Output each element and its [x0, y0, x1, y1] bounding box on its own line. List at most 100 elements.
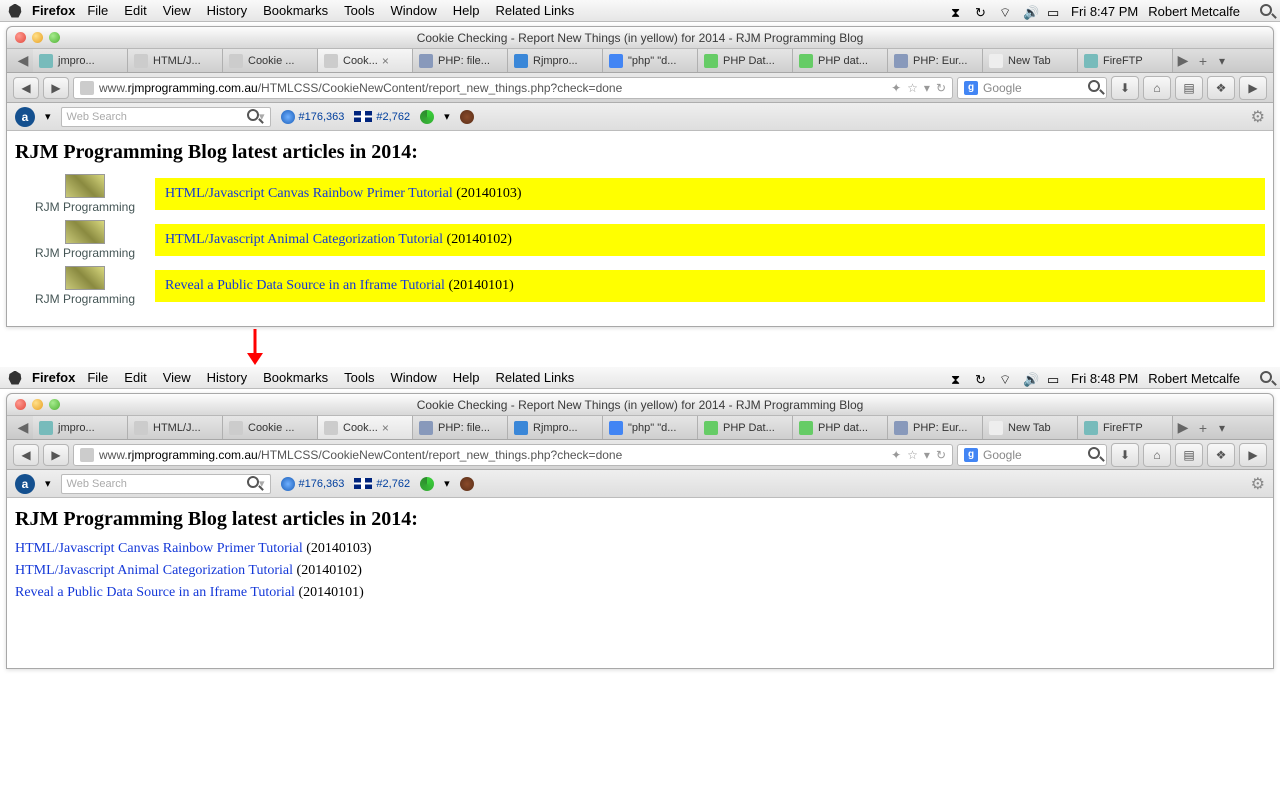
article-link[interactable]: Reveal a Public Data Source in an Iframe…: [165, 278, 445, 293]
tab-item[interactable]: Cookie ...: [223, 416, 318, 439]
alexa-dropdown-icon[interactable]: ▾: [45, 110, 51, 123]
alexa-dropdown-icon[interactable]: ▾: [45, 477, 51, 490]
volume-icon[interactable]: 🔊: [1023, 5, 1037, 17]
dropdown-icon[interactable]: ▾: [924, 81, 930, 95]
tab-item[interactable]: PHP dat...: [793, 49, 888, 72]
addon-button[interactable]: ❖: [1207, 76, 1235, 100]
dropdown-icon[interactable]: ▾: [924, 448, 930, 462]
logo-cell[interactable]: RJM Programming: [15, 174, 155, 214]
article-link[interactable]: HTML/Javascript Canvas Rainbow Primer Tu…: [165, 186, 453, 201]
tab-item[interactable]: PHP: file...: [413, 416, 508, 439]
tab-item[interactable]: PHP: Eur...: [888, 49, 983, 72]
fireftp-button[interactable]: ▶: [1239, 76, 1267, 100]
link-dropdown-icon[interactable]: ▾: [444, 110, 450, 123]
menu-related-links[interactable]: Related Links: [496, 3, 575, 18]
tab-list-dropdown[interactable]: ▾: [1213, 49, 1231, 72]
apple-icon[interactable]: [8, 4, 22, 18]
tab-scroll-left[interactable]: ◀: [13, 49, 33, 72]
menu-bookmarks[interactable]: Bookmarks: [263, 370, 328, 385]
menu-bookmarks[interactable]: Bookmarks: [263, 3, 328, 18]
gear-icon[interactable]: ⚙: [1251, 474, 1265, 494]
home-button[interactable]: ⌂: [1143, 443, 1171, 467]
tab-item[interactable]: PHP: file...: [413, 49, 508, 72]
menu-window[interactable]: Window: [391, 3, 437, 18]
forward-button[interactable]: ▶: [43, 77, 69, 99]
global-rank[interactable]: #176,363: [281, 477, 345, 491]
menu-file[interactable]: File: [87, 3, 108, 18]
tab-list-dropdown[interactable]: ▾: [1213, 416, 1231, 439]
menu-help[interactable]: Help: [453, 3, 480, 18]
article-link[interactable]: Reveal a Public Data Source in an Iframe…: [15, 585, 295, 600]
back-button[interactable]: ◀: [13, 444, 39, 466]
tab-item[interactable]: HTML/J...: [128, 416, 223, 439]
tab-item[interactable]: HTML/J...: [128, 49, 223, 72]
wayback-icon[interactable]: [460, 477, 474, 491]
sync-icon[interactable]: ↻: [975, 5, 989, 17]
menu-file[interactable]: File: [87, 370, 108, 385]
site-identity-icon[interactable]: [80, 81, 94, 95]
tab-item[interactable]: jmpro...: [33, 416, 128, 439]
bookmarks-menu-button[interactable]: ▤: [1175, 76, 1203, 100]
tab-item-active[interactable]: Cook...×: [318, 416, 413, 439]
tab-scroll-right[interactable]: ▶: [1173, 416, 1193, 439]
menu-edit[interactable]: Edit: [124, 3, 146, 18]
tab-item[interactable]: "php" "d...: [603, 416, 698, 439]
wifi-icon[interactable]: ⌔: [999, 5, 1013, 17]
search-icon[interactable]: [247, 476, 259, 491]
feed-icon[interactable]: ✦: [891, 81, 901, 95]
menu-tools[interactable]: Tools: [344, 3, 374, 18]
back-button[interactable]: ◀: [13, 77, 39, 99]
menu-help[interactable]: Help: [453, 370, 480, 385]
alexa-search-input[interactable]: Web Search ▾: [61, 107, 271, 127]
tab-item[interactable]: PHP dat...: [793, 416, 888, 439]
apple-icon[interactable]: [8, 371, 22, 385]
gear-icon[interactable]: ⚙: [1251, 107, 1265, 127]
tab-scroll-left[interactable]: ◀: [13, 416, 33, 439]
app-name[interactable]: Firefox: [32, 3, 75, 18]
tab-item[interactable]: FireFTP: [1078, 49, 1173, 72]
user-name[interactable]: Robert Metcalfe: [1148, 4, 1240, 19]
close-tab-icon[interactable]: ×: [382, 54, 389, 68]
tab-item[interactable]: PHP Dat...: [698, 49, 793, 72]
search-icon[interactable]: [247, 109, 259, 124]
home-button[interactable]: ⌂: [1143, 76, 1171, 100]
volume-icon[interactable]: 🔊: [1023, 372, 1037, 384]
tab-item[interactable]: Rjmpro...: [508, 416, 603, 439]
site-identity-icon[interactable]: [80, 448, 94, 462]
search-submit-icon[interactable]: [1088, 80, 1100, 95]
local-rank[interactable]: #2,762: [354, 478, 410, 490]
article-link[interactable]: HTML/Javascript Animal Categorization Tu…: [15, 563, 293, 578]
addon-button[interactable]: ❖: [1207, 443, 1235, 467]
tab-item[interactable]: Rjmpro...: [508, 49, 603, 72]
reload-icon[interactable]: ↻: [936, 81, 946, 95]
bluetooth-icon[interactable]: ⧗: [951, 5, 965, 17]
logo-cell[interactable]: RJM Programming: [15, 220, 155, 260]
tab-item[interactable]: PHP: Eur...: [888, 416, 983, 439]
search-submit-icon[interactable]: [1088, 447, 1100, 462]
bookmark-star-icon[interactable]: ☆: [907, 448, 918, 462]
new-tab-button[interactable]: +: [1193, 49, 1213, 72]
tab-item[interactable]: FireFTP: [1078, 416, 1173, 439]
tab-item[interactable]: Cookie ...: [223, 49, 318, 72]
address-bar[interactable]: www.rjmprogramming.com.au/HTMLCSS/Cookie…: [73, 444, 953, 466]
tab-scroll-right[interactable]: ▶: [1173, 49, 1193, 72]
global-rank[interactable]: #176,363: [281, 110, 345, 124]
menu-view[interactable]: View: [163, 3, 191, 18]
downloads-button[interactable]: ⬇: [1111, 76, 1139, 100]
search-box[interactable]: g Google: [957, 444, 1107, 466]
tab-item-active[interactable]: Cook...×: [318, 49, 413, 72]
link-dropdown-icon[interactable]: ▾: [444, 477, 450, 490]
menu-tools[interactable]: Tools: [344, 370, 374, 385]
tab-item[interactable]: "php" "d...: [603, 49, 698, 72]
spotlight-icon[interactable]: [1250, 371, 1272, 386]
battery-icon[interactable]: ▭: [1047, 372, 1061, 384]
clock[interactable]: Fri 8:48 PM: [1071, 371, 1138, 386]
reload-icon[interactable]: ↻: [936, 448, 946, 462]
menu-history[interactable]: History: [207, 370, 247, 385]
article-link[interactable]: HTML/Javascript Animal Categorization Tu…: [165, 232, 443, 247]
sync-icon[interactable]: ↻: [975, 372, 989, 384]
address-bar[interactable]: www.rjmprogramming.com.au/HTMLCSS/Cookie…: [73, 77, 953, 99]
menu-related-links[interactable]: Related Links: [496, 370, 575, 385]
battery-icon[interactable]: ▭: [1047, 5, 1061, 17]
tab-item[interactable]: New Tab: [983, 416, 1078, 439]
